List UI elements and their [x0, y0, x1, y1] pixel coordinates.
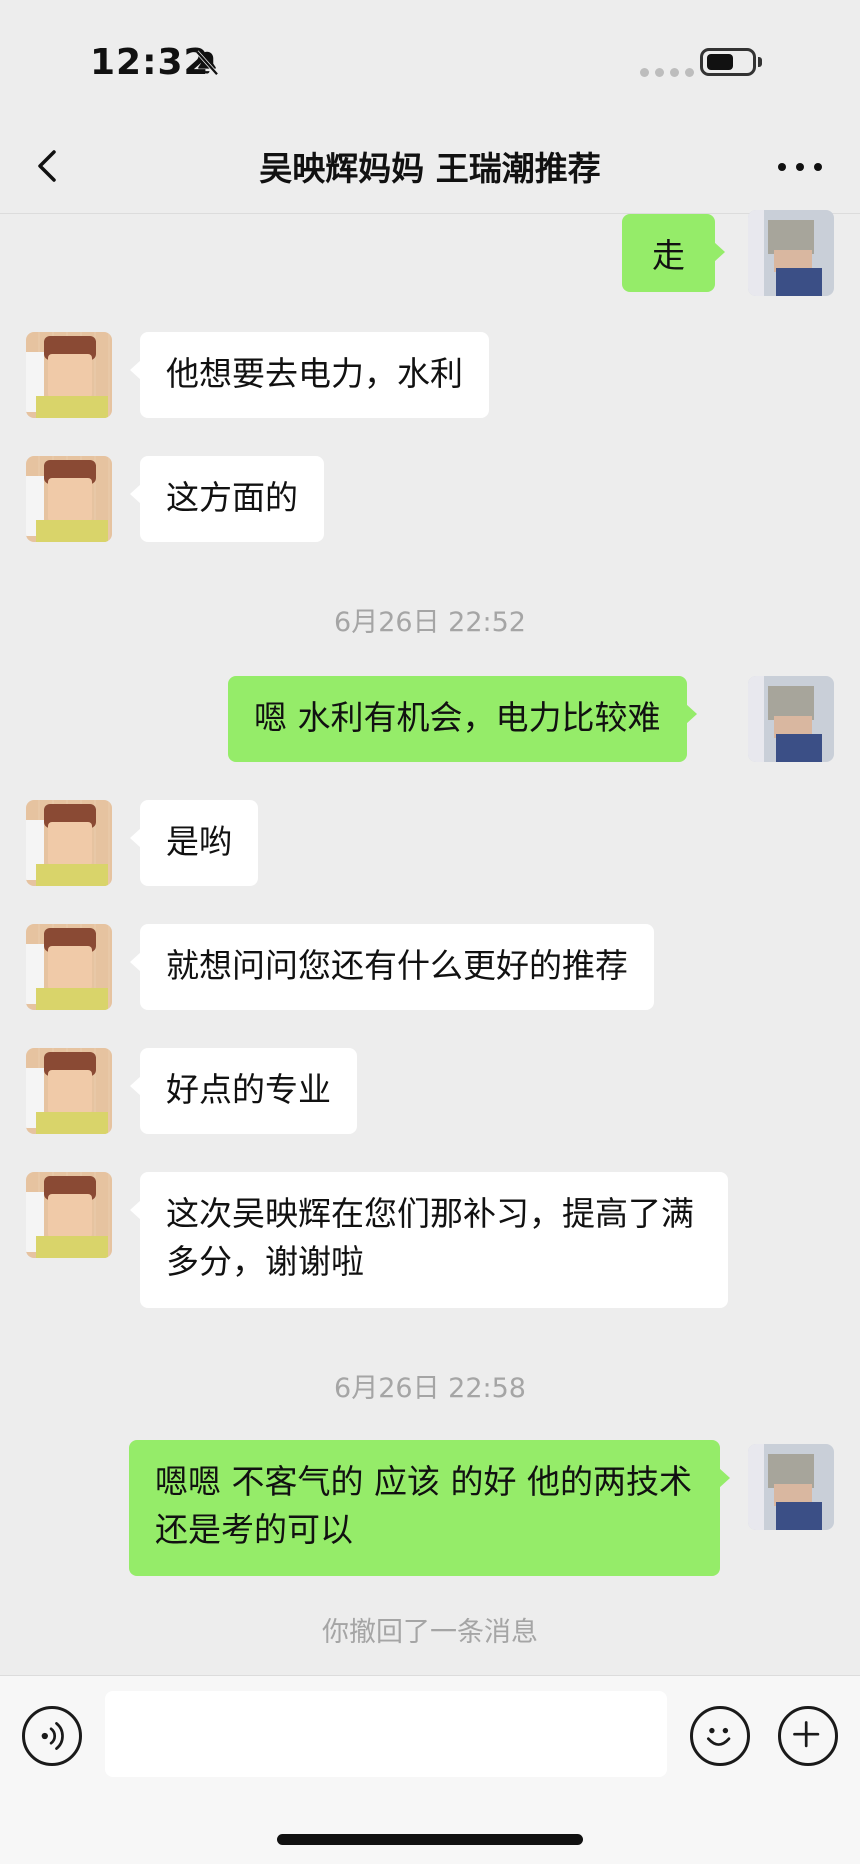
timestamp: 6月26日 22:58 [334, 1373, 526, 1404]
message-bubble-sent[interactable]: 嗯嗯 不客气的 应该 的好 他的两技术还是考的可以 [129, 1440, 730, 1576]
status-bar: 12:32 [0, 0, 860, 120]
avatar[interactable] [26, 332, 112, 418]
avatar[interactable] [26, 924, 112, 1010]
plus-icon[interactable] [778, 1706, 838, 1766]
avatar[interactable] [26, 456, 112, 542]
message-input[interactable] [105, 1691, 667, 1777]
chevron-left-icon[interactable] [28, 146, 68, 186]
home-indicator [277, 1834, 583, 1845]
timestamp: 6月26日 22:52 [334, 607, 526, 638]
message-bubble-received[interactable]: 这次吴映辉在您们那补习，提高了满多分，谢谢啦 [130, 1172, 728, 1308]
avatar[interactable] [748, 1444, 834, 1530]
avatar[interactable] [26, 1048, 112, 1134]
message-bubble-received[interactable]: 这方面的 [130, 456, 324, 542]
more-dots-icon[interactable] [778, 158, 822, 176]
bell-muted-icon [195, 50, 219, 76]
avatar[interactable] [26, 800, 112, 886]
voice-icon[interactable] [22, 1706, 82, 1766]
signal-icon [640, 68, 694, 77]
recall-notice: 你撤回了一条消息 [322, 1617, 538, 1648]
message-bubble-sent[interactable]: 走 [622, 214, 725, 292]
battery-icon [700, 48, 756, 76]
avatar[interactable] [748, 210, 834, 296]
emoji-icon[interactable] [690, 1706, 750, 1766]
avatar[interactable] [26, 1172, 112, 1258]
message-bubble-received[interactable]: 好点的专业 [130, 1048, 357, 1134]
message-bubble-received[interactable]: 就想问问您还有什么更好的推荐 [130, 924, 654, 1010]
chat-header: 吴映辉妈妈 王瑞潮推荐 [0, 120, 860, 214]
chat-title: 吴映辉妈妈 王瑞潮推荐 [259, 149, 601, 188]
battery-tip [758, 57, 762, 67]
avatar[interactable] [748, 676, 834, 762]
message-bubble-received[interactable]: 他想要去电力，水利 [130, 332, 489, 418]
message-bubble-sent[interactable]: 嗯 水利有机会，电力比较难 [228, 676, 696, 762]
message-bubble-received[interactable]: 是哟 [130, 800, 258, 886]
